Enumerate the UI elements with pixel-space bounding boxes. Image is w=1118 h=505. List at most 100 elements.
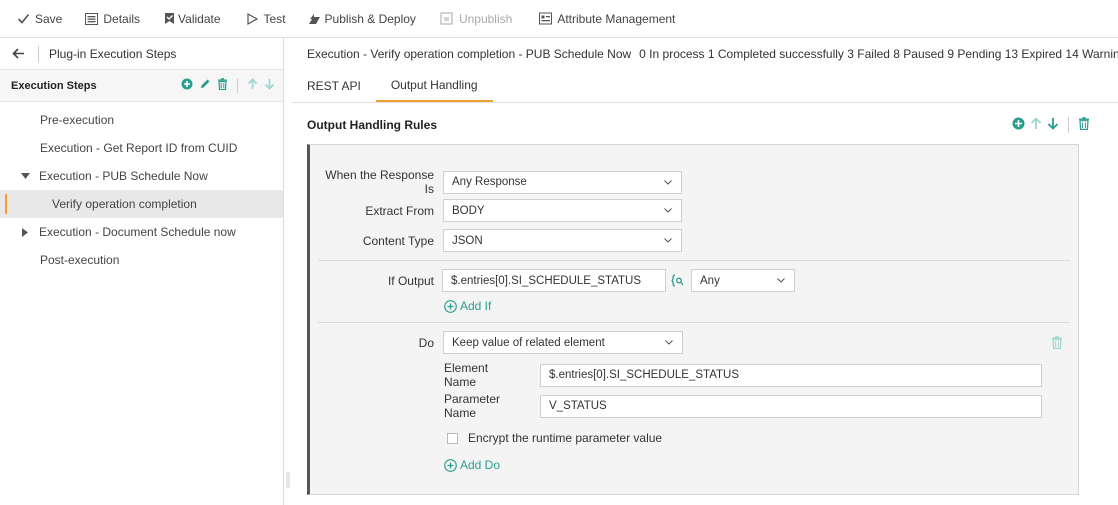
panel-splitter[interactable] <box>284 470 292 490</box>
output-rule-box: When the Response Is Any Response Extrac… <box>307 144 1079 495</box>
details-icon <box>84 12 98 26</box>
tree-item-label: Execution - Document Schedule now <box>39 225 236 239</box>
save-button[interactable]: Save <box>16 12 62 26</box>
publish-deploy-button[interactable]: Publish & Deploy <box>308 12 416 26</box>
content-type-select[interactable]: JSON <box>443 229 682 252</box>
divider <box>237 78 238 93</box>
tree-item-label: Verify operation completion <box>52 197 197 211</box>
move-down-icon[interactable] <box>264 78 275 93</box>
validate-label: Validate <box>178 11 221 26</box>
tree-item-label: Execution - Get Report ID from CUID <box>40 141 238 155</box>
status-line: Execution - Verify operation completion … <box>292 38 1118 70</box>
if-output-input[interactable]: $.entries[0].SI_SCHEDULE_STATUS <box>442 269 666 292</box>
validate-icon <box>162 12 176 26</box>
attribute-icon <box>538 12 552 26</box>
tree-item-get-report-id[interactable]: Execution - Get Report ID from CUID <box>0 134 283 162</box>
select-value: Any Response <box>452 176 527 188</box>
move-rule-up-icon[interactable] <box>1030 117 1042 133</box>
encrypt-option: Encrypt the runtime parameter value <box>447 431 662 445</box>
details-button[interactable]: Details <box>84 12 140 26</box>
tree-item-pub-schedule-now[interactable]: Execution - PUB Schedule Now <box>0 162 283 190</box>
back-arrow-icon[interactable] <box>12 48 28 59</box>
tree-item-pre-execution[interactable]: Pre-execution <box>0 106 283 134</box>
if-output-label: If Output <box>387 273 434 288</box>
delete-rule-icon[interactable] <box>1078 117 1090 133</box>
add-if-link[interactable]: Add If <box>444 299 491 313</box>
unpublish-button[interactable]: Unpublish <box>440 12 512 26</box>
parameter-name-input[interactable]: V_STATUS <box>540 394 1042 418</box>
steps-tree: Pre-execution Execution - Get Report ID … <box>0 102 283 274</box>
attribute-management-button[interactable]: Attribute Management <box>538 12 675 26</box>
move-rule-down-icon[interactable] <box>1047 117 1059 133</box>
caret-down-icon[interactable] <box>19 173 31 179</box>
test-label: Test <box>263 11 286 26</box>
tree-item-verify-operation[interactable]: Verify operation completion <box>0 190 283 218</box>
add-rule-icon[interactable] <box>1012 117 1025 133</box>
input-value: $.entries[0].SI_SCHEDULE_STATUS <box>549 369 740 381</box>
play-icon <box>245 12 259 26</box>
divider <box>318 260 1070 261</box>
add-if-label: Add If <box>460 299 492 313</box>
chevron-down-icon <box>664 338 674 348</box>
delete-do-icon[interactable] <box>1051 336 1063 349</box>
element-name-input[interactable]: $.entries[0].SI_SCHEDULE_STATUS <box>540 363 1042 387</box>
edit-step-icon[interactable] <box>199 78 211 93</box>
section-title: Output Handling Rules <box>307 118 437 132</box>
page-title: Execution - Verify operation completion … <box>307 47 632 61</box>
encrypt-label: Encrypt the runtime parameter value <box>468 431 663 445</box>
left-panel: Plug-in Execution Steps Execution Steps <box>0 38 284 505</box>
tab-bar: REST API Output Handling <box>292 70 1118 103</box>
encrypt-checkbox[interactable] <box>447 432 458 444</box>
tree-item-label: Pre-execution <box>40 113 115 127</box>
delete-step-icon[interactable] <box>217 78 228 93</box>
add-do-link[interactable]: Add Do <box>444 458 500 472</box>
attribute-label: Attribute Management <box>557 11 676 26</box>
tab-label: Output Handling <box>390 77 478 92</box>
add-do-label: Add Do <box>460 458 501 472</box>
checkmark-icon <box>16 12 30 26</box>
test-button[interactable]: Test <box>245 12 286 26</box>
when-response-label: When the Response Is <box>325 168 434 196</box>
select-value: Keep value of related element <box>452 336 605 349</box>
input-value: V_STATUS <box>549 400 607 412</box>
publish-label: Publish & Deploy <box>324 11 416 26</box>
right-panel: Execution - Verify operation completion … <box>292 38 1118 505</box>
tree-item-post-execution[interactable]: Post-execution <box>0 246 283 274</box>
validate-button[interactable]: Validate <box>162 11 221 26</box>
move-up-icon[interactable] <box>247 78 258 93</box>
content-type-label: Content Type <box>362 233 434 248</box>
when-response-select[interactable]: Any Response <box>443 170 682 194</box>
left-header-title: Plug-in Execution Steps <box>49 46 177 61</box>
select-value: BODY <box>452 204 485 217</box>
details-label: Details <box>103 11 141 26</box>
publish-icon <box>308 12 322 26</box>
extract-from-select[interactable]: BODY <box>443 199 682 222</box>
execution-steps-label: Execution Steps <box>11 79 97 92</box>
left-header: Plug-in Execution Steps <box>0 38 283 70</box>
expression-icon[interactable] <box>671 274 684 287</box>
status-summary: 0 In process 1 Completed successfully 3 … <box>639 47 1118 61</box>
chevron-down-icon <box>776 276 786 286</box>
add-circle-icon <box>444 458 457 472</box>
element-name-label: Element Name <box>444 361 489 389</box>
do-label: Do <box>418 335 434 350</box>
do-action-select[interactable]: Keep value of related element <box>443 331 683 354</box>
save-label: Save <box>35 11 63 26</box>
section-header: Output Handling Rules <box>292 103 1118 147</box>
divider <box>318 322 1070 323</box>
chevron-down-icon <box>663 177 673 187</box>
if-condition-select[interactable]: Any <box>691 269 795 292</box>
add-step-icon[interactable] <box>181 78 193 93</box>
select-value: JSON <box>452 234 483 247</box>
tab-output-handling[interactable]: Output Handling <box>375 69 493 102</box>
divider <box>38 45 39 62</box>
tab-label: REST API <box>307 78 361 93</box>
extract-from-label: Extract From <box>365 203 434 218</box>
unpublish-label: Unpublish <box>458 11 513 26</box>
toolbar: Save Details Validate Test Publish & Dep… <box>0 0 1118 38</box>
caret-right-icon[interactable] <box>19 227 31 237</box>
chevron-down-icon <box>663 236 673 246</box>
tab-rest-api[interactable]: REST API <box>292 69 376 102</box>
divider <box>1068 117 1069 133</box>
tree-item-document-schedule-now[interactable]: Execution - Document Schedule now <box>0 218 283 246</box>
